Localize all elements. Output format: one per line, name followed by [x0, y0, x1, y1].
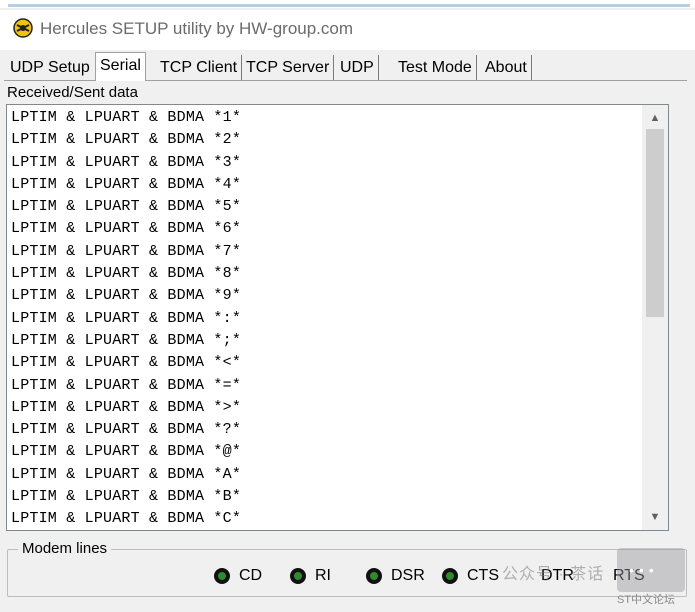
log-line: LPTIM & LPUART & BDMA *@*: [11, 443, 242, 461]
watermark-badge-icon: •••: [617, 548, 685, 592]
log-line: LPTIM & LPUART & BDMA *;*: [11, 331, 242, 349]
log-scrollbar[interactable]: ▲ ▼: [642, 104, 669, 531]
log-line: LPTIM & LPUART & BDMA *=*: [11, 376, 242, 394]
led-icon: [290, 568, 306, 584]
hercules-app-icon: [13, 18, 33, 38]
scroll-up-arrow-icon[interactable]: ▲: [642, 107, 668, 129]
indicator-cd: CD: [214, 564, 262, 588]
log-lines: LPTIM & LPUART & BDMA *1* LPTIM & LPUART …: [11, 107, 242, 530]
received-sent-textarea[interactable]: LPTIM & LPUART & BDMA *1* LPTIM & LPUART …: [6, 104, 669, 531]
tab-test-mode[interactable]: Test Mode: [394, 55, 477, 80]
log-line: LPTIM & LPUART & BDMA *7*: [11, 242, 242, 260]
tab-udp-setup[interactable]: UDP Setup: [6, 55, 94, 80]
tab-tcp-client[interactable]: TCP Client: [156, 55, 243, 80]
log-line: LPTIM & LPUART & BDMA *4*: [11, 175, 242, 193]
title-bar: Hercules SETUP utility by HW-group.com: [0, 10, 695, 50]
log-line: LPTIM & LPUART & BDMA *6*: [11, 220, 242, 238]
log-line: LPTIM & LPUART & BDMA *B*: [11, 488, 242, 506]
log-line: LPTIM & LPUART & BDMA *:*: [11, 309, 242, 327]
tab-udp[interactable]: UDP: [336, 55, 379, 80]
hercules-window: Hercules SETUP utility by HW-group.com U…: [0, 0, 695, 612]
tab-tcp-server[interactable]: TCP Server: [242, 55, 335, 80]
tab-serial[interactable]: Serial: [95, 52, 146, 81]
watermark-text: 公众号 · 茶话: [502, 566, 605, 583]
log-line: LPTIM & LPUART & BDMA *C*: [11, 510, 242, 528]
scroll-thumb[interactable]: [646, 129, 664, 317]
log-line: LPTIM & LPUART & BDMA *?*: [11, 421, 242, 439]
modem-indicators: CD RI DSR CTS DTR RTS: [214, 564, 684, 588]
modem-lines-title: Modem lines: [18, 540, 112, 557]
log-line: LPTIM & LPUART & BDMA *1*: [11, 109, 242, 126]
led-icon: [214, 568, 230, 584]
indicator-label: DSR: [391, 567, 425, 584]
led-icon: [442, 568, 458, 584]
indicator-label: RI: [315, 567, 331, 584]
indicator-label: CTS: [467, 567, 499, 584]
received-sent-label: Received/Sent data: [7, 84, 138, 101]
log-line: LPTIM & LPUART & BDMA *3*: [11, 153, 242, 171]
indicator-dsr: DSR: [366, 564, 425, 588]
log-line: LPTIM & LPUART & BDMA *9*: [11, 287, 242, 305]
scroll-down-arrow-icon[interactable]: ▼: [642, 506, 668, 528]
window-title: Hercules SETUP utility by HW-group.com: [40, 19, 354, 38]
log-line: LPTIM & LPUART & BDMA *2*: [11, 131, 242, 149]
log-line: LPTIM & LPUART & BDMA *A*: [11, 465, 242, 483]
watermark-site: ST中文论坛: [617, 594, 676, 606]
indicator-cts: CTS: [442, 564, 499, 588]
log-line: LPTIM & LPUART & BDMA *>*: [11, 398, 242, 416]
indicator-ri: RI: [290, 564, 331, 588]
indicator-label: CD: [239, 567, 263, 584]
tab-about[interactable]: About: [481, 55, 532, 80]
log-line: LPTIM & LPUART & BDMA *5*: [11, 198, 242, 216]
tab-bar: UDP Setup Serial TCP Client TCP Server U…: [6, 52, 686, 81]
log-line: LPTIM & LPUART & BDMA *<*: [11, 354, 242, 372]
log-line: LPTIM & LPUART & BDMA *8*: [11, 265, 242, 283]
led-icon: [366, 568, 382, 584]
top-border: [0, 0, 695, 8]
